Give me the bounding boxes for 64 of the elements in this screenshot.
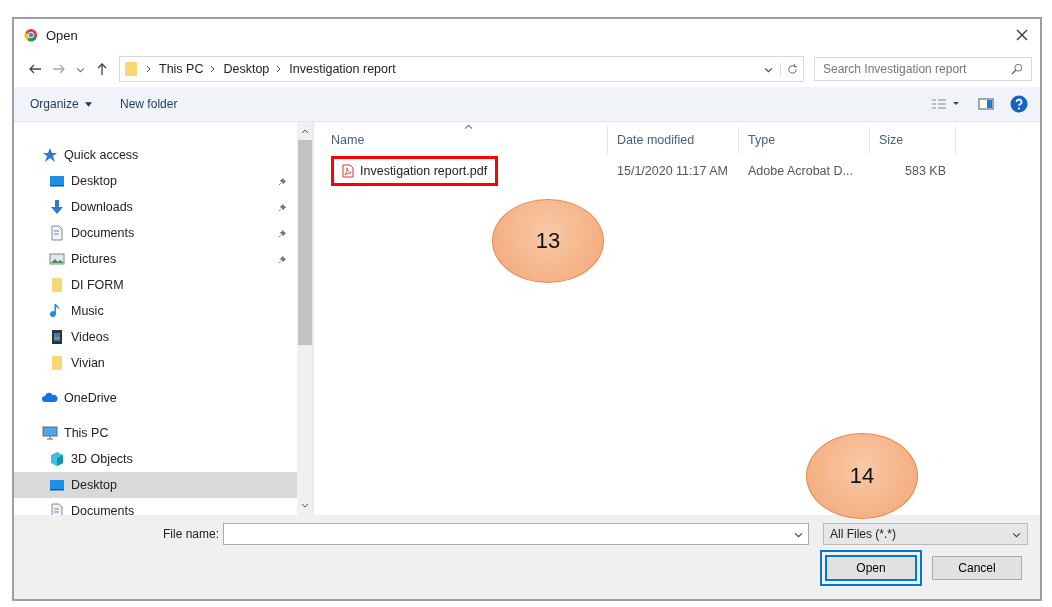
step-number-callout: 14	[806, 433, 918, 519]
dialog-button[interactable]: Open	[820, 550, 922, 586]
nav-item[interactable]: OneDrive	[14, 385, 297, 411]
step-number-callout: 13	[492, 199, 604, 283]
refresh-icon[interactable]	[780, 62, 799, 76]
picture-icon	[49, 251, 65, 267]
nav-item[interactable]: Desktop	[14, 168, 297, 194]
nav-item[interactable]: Documents	[14, 220, 297, 246]
star-icon	[42, 147, 58, 163]
dialog-button[interactable]: Cancel	[932, 556, 1022, 580]
sort-caret-icon	[464, 124, 473, 130]
search-field[interactable]: Search Investigation report	[814, 57, 1032, 81]
folder-icon	[123, 61, 139, 77]
nav-item[interactable]: Videos	[14, 324, 297, 350]
date-cell-text: 15/1/2020 11:17 AM	[616, 164, 729, 178]
dropdown-caret-icon	[85, 102, 93, 108]
monitor-icon	[42, 425, 58, 441]
address-bar[interactable]: This PC Desktop Investigation report	[119, 56, 804, 82]
nav-item[interactable]: DI FORM	[14, 272, 297, 298]
help-icon[interactable]	[1010, 95, 1028, 113]
browser-logo-icon	[24, 28, 38, 42]
chevron-icon	[276, 65, 283, 73]
nav-item[interactable]: Vivian	[14, 350, 297, 376]
new-folder-button[interactable]: New folder	[114, 93, 184, 115]
nav-item[interactable]: Downloads	[14, 194, 297, 220]
nav-item[interactable]: Documents	[14, 498, 297, 515]
nav-item[interactable]: 3D Objects	[14, 446, 297, 472]
file-name[interactable]: Investigation report.pdf	[331, 156, 499, 186]
folder-icon	[49, 355, 65, 371]
folder-icon	[49, 277, 65, 293]
nav-item[interactable]: Desktop	[14, 472, 297, 498]
window-title: Open	[46, 27, 79, 43]
desktop-icon	[49, 173, 65, 189]
up-arrow-icon[interactable]	[95, 62, 109, 76]
chevron-icon	[146, 65, 152, 73]
pdf-file-icon	[342, 164, 354, 178]
column-header[interactable]: Name	[322, 126, 608, 154]
close-icon[interactable]	[1016, 29, 1028, 41]
file-name-label: File name:	[161, 527, 219, 541]
column-header[interactable]: Type	[739, 126, 870, 154]
desktop-icon	[49, 477, 65, 493]
file-type-dropdown[interactable]: All Files (*.*)	[823, 523, 1028, 545]
breadcrumb[interactable]: This PC	[159, 62, 204, 76]
nav-item[interactable]: Quick access	[14, 142, 297, 168]
chevron-icon	[210, 65, 217, 73]
film-icon	[49, 329, 65, 345]
breadcrumb[interactable]: Desktop	[223, 62, 270, 76]
cube-icon	[49, 451, 65, 467]
type-cell-text: Adobe Acrobat D...	[747, 164, 854, 178]
back-arrow-icon[interactable]	[28, 62, 42, 76]
column-header[interactable]: Size	[870, 126, 956, 154]
document-icon	[49, 225, 65, 241]
down-arrow-icon	[49, 199, 65, 215]
file-name-field[interactable]	[223, 523, 809, 545]
breadcrumb[interactable]: Investigation report	[289, 62, 396, 76]
organize-menu-button[interactable]: Organize	[24, 93, 99, 115]
preview-pane-icon[interactable]	[978, 97, 994, 111]
nav-item[interactable]: This PC	[14, 420, 297, 446]
nav-item[interactable]: Music	[14, 298, 297, 324]
column-header[interactable]: Date modified	[608, 126, 739, 154]
scrollbar[interactable]	[297, 122, 313, 515]
size-cell-text: 583 KB	[904, 164, 947, 178]
nav-item[interactable]: Pictures	[14, 246, 297, 272]
search-icon	[1011, 63, 1023, 75]
